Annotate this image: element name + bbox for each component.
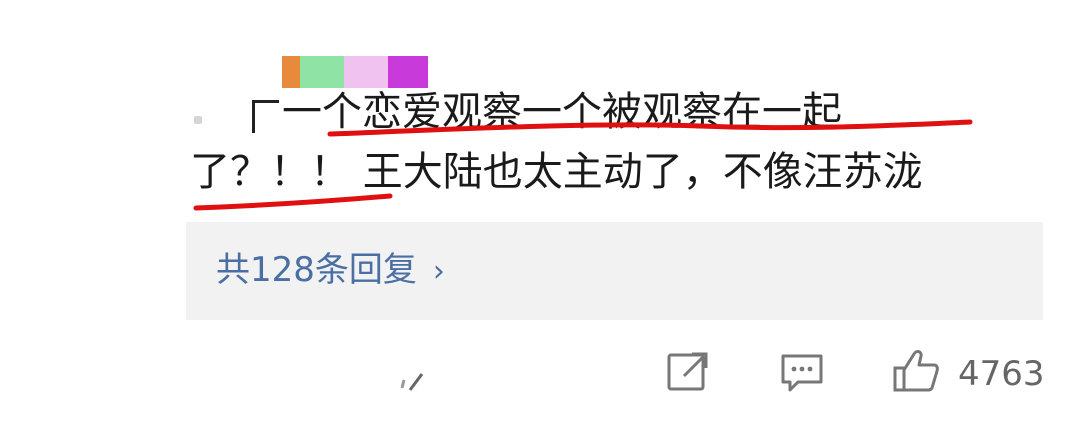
replies-count-label: 共128条回复 (216, 250, 417, 290)
share-icon[interactable] (666, 350, 710, 394)
view-replies-link[interactable]: 共128条回复 › (216, 250, 445, 292)
chevron-right-icon: › (432, 254, 445, 289)
redacted-text (186, 92, 279, 136)
redacted-username (282, 56, 428, 88)
comment-icon[interactable] (780, 352, 824, 394)
red-underline-1 (327, 119, 973, 137)
comment-text-line-2: 了？！！ 王大陆也太主动了，不像汪苏泷 (190, 149, 923, 195)
replies-panel: 共128条回复 › (186, 222, 1043, 320)
thumbs-up-icon[interactable] (892, 348, 940, 394)
red-underline-2 (193, 193, 393, 211)
like-count: 4763 (958, 354, 1045, 394)
decorative-mark (400, 373, 424, 391)
